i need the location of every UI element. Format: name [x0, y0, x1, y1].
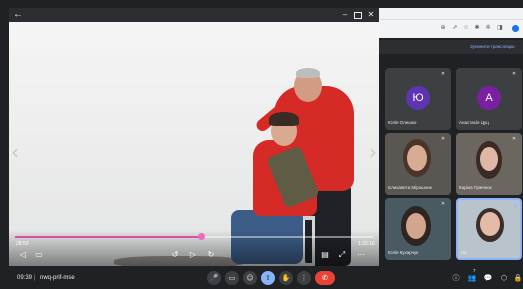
- browser-divider: [379, 19, 523, 20]
- progress-fill: [15, 236, 202, 238]
- zoom-icon[interactable]: ⊕: [440, 25, 446, 31]
- bookmark-star-icon[interactable]: ☆: [463, 25, 469, 31]
- participant-name: Анастасія Цуц: [459, 120, 489, 125]
- mic-off-icon: ✕: [440, 71, 446, 77]
- more-options-icon[interactable]: ⋮: [297, 271, 311, 285]
- progress-knob[interactable]: [197, 233, 205, 240]
- stop-presenting-link[interactable]: Зупинити трансляцію: [470, 44, 515, 49]
- microphone-icon[interactable]: 🎤: [207, 271, 221, 285]
- separator: |: [34, 275, 36, 281]
- captions-icon[interactable]: ▤: [319, 250, 331, 260]
- avatar: А: [477, 86, 501, 110]
- rescuer-hair: [296, 68, 320, 78]
- rewind-icon[interactable]: ↺: [169, 250, 181, 260]
- chat-icon[interactable]: 💬: [483, 273, 493, 283]
- player-titlebar: ← – ✕: [9, 8, 379, 22]
- maximize-icon[interactable]: [354, 12, 362, 19]
- speaking-icon: ◂: [513, 203, 517, 209]
- present-screen-icon[interactable]: ⇧: [261, 271, 275, 285]
- forward-icon[interactable]: ↻: [205, 250, 217, 260]
- participant-tile[interactable]: ✕ Єлизавета Мірошник: [385, 133, 451, 195]
- elapsed-time: 28:53: [16, 241, 29, 247]
- mic-off-icon: ✕: [440, 136, 446, 142]
- next-arrow-icon[interactable]: ›: [369, 140, 377, 164]
- participant-name: Єлизавета Мірошник: [388, 185, 432, 190]
- fullscreen-icon[interactable]: ⤢: [336, 250, 348, 260]
- meeting-code: nwq-prif-mse: [40, 275, 75, 281]
- people-icon[interactable]: 👥: [467, 273, 477, 283]
- extension-icon[interactable]: ✱: [474, 25, 480, 31]
- activities-icon[interactable]: ⬡: [499, 273, 509, 283]
- progress-bar[interactable]: [15, 233, 373, 240]
- browser-toolbar: [379, 8, 523, 38]
- mic-off-icon: ✕: [511, 71, 517, 77]
- previous-arrow-icon[interactable]: ‹: [11, 140, 19, 164]
- participant-tile-self[interactable]: ◂ Ви: [456, 198, 522, 260]
- participant-tile[interactable]: ✕ Юлія Кухарчук: [385, 198, 451, 260]
- close-icon[interactable]: ✕: [365, 9, 377, 21]
- participant-name: Юлія Олешко: [388, 120, 417, 125]
- participant-tile[interactable]: А ✕ Анастасія Цуц: [456, 68, 522, 130]
- victim-hair: [269, 112, 299, 126]
- play-icon[interactable]: ▷: [187, 250, 199, 260]
- subtitles-icon[interactable]: ▭: [33, 250, 45, 260]
- participant-name: Юлія Кухарчук: [388, 250, 419, 255]
- end-call-icon[interactable]: ✆: [315, 271, 335, 285]
- participant-face: [406, 213, 426, 239]
- participant-count: 7: [473, 268, 476, 273]
- more-options-icon[interactable]: ⋯: [355, 250, 367, 260]
- mic-off-icon: ✕: [440, 201, 446, 207]
- video-player-window: ← – ✕ ‹ › 28:53 1:32:16 ◁ ▭ ↺ ▷ ↻ ▤ ⤢ ⋯: [9, 8, 379, 266]
- mic-off-icon: ✕: [511, 136, 517, 142]
- participant-tile[interactable]: ✕ Каріна Гуменюк: [456, 133, 522, 195]
- duration-time: 1:32:16: [358, 241, 375, 247]
- minimize-icon[interactable]: –: [339, 9, 351, 21]
- info-icon[interactable]: ⓘ: [451, 273, 461, 283]
- raise-hand-icon[interactable]: ✋: [279, 271, 293, 285]
- side-panel-icon[interactable]: ◨: [497, 25, 503, 31]
- avatar: Ю: [406, 86, 430, 110]
- puzzle-icon[interactable]: ✲: [485, 25, 491, 31]
- camera-icon[interactable]: ▭: [225, 271, 239, 285]
- participant-name: Каріна Гуменюк: [459, 185, 492, 190]
- profile-avatar[interactable]: [512, 25, 519, 32]
- clock: 09:39: [17, 275, 33, 281]
- reactions-icon[interactable]: ☺: [243, 271, 257, 285]
- share-icon[interactable]: ⇗: [452, 25, 458, 31]
- participant-name: Ви: [461, 250, 467, 255]
- back-arrow-icon[interactable]: ←: [12, 9, 24, 21]
- participant-face: [480, 212, 500, 236]
- host-controls-icon[interactable]: 🔒: [513, 273, 523, 283]
- participant-face: [407, 145, 427, 171]
- volume-icon[interactable]: ◁: [17, 250, 29, 260]
- participant-face: [480, 147, 498, 171]
- participant-tile[interactable]: Ю ✕ Юлія Олешко: [385, 68, 451, 130]
